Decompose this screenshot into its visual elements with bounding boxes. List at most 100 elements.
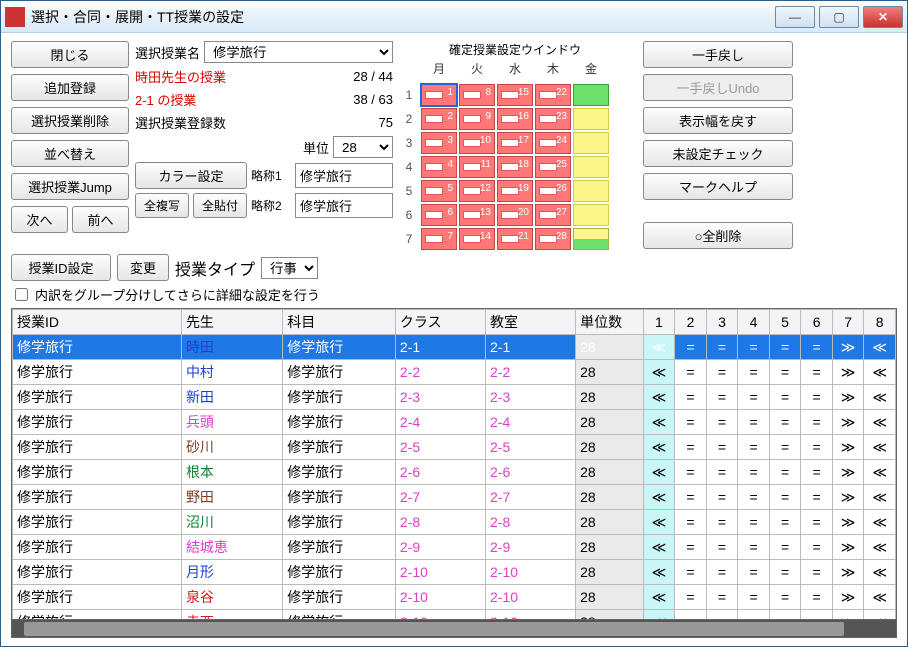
col-header[interactable]: 2 bbox=[675, 310, 707, 335]
table-row[interactable]: 修学旅行中村修学旅行2-22-228≪=====≫≪ bbox=[13, 360, 896, 385]
maximize-button[interactable]: ▢ bbox=[819, 6, 859, 28]
cell: 修学旅行 bbox=[283, 485, 396, 510]
undo-button[interactable]: 一手戻し bbox=[643, 41, 793, 68]
cell: ≪ bbox=[643, 485, 675, 510]
change-button[interactable]: 変更 bbox=[117, 254, 169, 281]
grid-cell[interactable] bbox=[573, 228, 609, 250]
col-header[interactable]: 5 bbox=[769, 310, 801, 335]
ryaku2-input[interactable]: 修学旅行 bbox=[295, 193, 393, 218]
grid-cell[interactable] bbox=[573, 180, 609, 202]
data-table[interactable]: 授業ID先生科目クラス教室単位数12345678 修学旅行時田修学旅行2-12-… bbox=[12, 309, 896, 619]
table-row[interactable]: 修学旅行野田修学旅行2-72-728≪=====≫≪ bbox=[13, 485, 896, 510]
grid-cell[interactable] bbox=[573, 108, 609, 130]
table-row[interactable]: 修学旅行新田修学旅行2-32-328≪=====≫≪ bbox=[13, 385, 896, 410]
col-header[interactable]: クラス bbox=[395, 310, 485, 335]
close-panel-button[interactable]: 閉じる bbox=[11, 41, 129, 68]
table-row[interactable]: 修学旅行砂川修学旅行2-52-528≪=====≫≪ bbox=[13, 435, 896, 460]
add-button[interactable]: 追加登録 bbox=[11, 74, 129, 101]
redo-button[interactable]: 一手戻しUndo bbox=[643, 74, 793, 101]
id-set-button[interactable]: 授業ID設定 bbox=[11, 254, 111, 281]
grid-cell[interactable]: 27 bbox=[535, 204, 571, 226]
grid-cell[interactable]: 22 bbox=[535, 84, 571, 106]
color-button[interactable]: カラー設定 bbox=[135, 162, 247, 189]
type-select[interactable]: 行事 bbox=[261, 257, 318, 279]
grid-cell[interactable]: 15 bbox=[497, 84, 533, 106]
col-header[interactable]: 3 bbox=[706, 310, 738, 335]
grid-cell[interactable]: 4 bbox=[421, 156, 457, 178]
grid-cell[interactable]: 21 bbox=[497, 228, 533, 250]
horizontal-scrollbar[interactable] bbox=[12, 619, 896, 637]
check-button[interactable]: 未設定チェック bbox=[643, 140, 793, 167]
grid-cell[interactable]: 6 bbox=[421, 204, 457, 226]
scrollbar-thumb[interactable] bbox=[24, 622, 844, 636]
delete-all-button[interactable]: ○全削除 bbox=[643, 222, 793, 249]
grid-cell[interactable]: 2 bbox=[421, 108, 457, 130]
copy-button[interactable]: 全複写 bbox=[135, 193, 189, 218]
grid-cell[interactable]: 16 bbox=[497, 108, 533, 130]
grid-cell[interactable]: 9 bbox=[459, 108, 495, 130]
grid-cell[interactable]: 13 bbox=[459, 204, 495, 226]
grid-row-num: 6 bbox=[399, 204, 419, 226]
table-row[interactable]: 修学旅行寺西修学旅行2-102-1028≪=====≫≪ bbox=[13, 610, 896, 620]
table-row[interactable]: 修学旅行根本修学旅行2-62-628≪=====≫≪ bbox=[13, 460, 896, 485]
grid-cell[interactable]: 20 bbox=[497, 204, 533, 226]
unit-label: 単位 bbox=[303, 138, 329, 157]
grid-cell[interactable]: 28 bbox=[535, 228, 571, 250]
col-header[interactable]: 7 bbox=[832, 310, 864, 335]
grid-cell[interactable]: 8 bbox=[459, 84, 495, 106]
group-checkbox[interactable] bbox=[15, 288, 28, 301]
col-header[interactable]: 先生 bbox=[181, 310, 282, 335]
col-header[interactable]: 1 bbox=[643, 310, 675, 335]
table-row[interactable]: 修学旅行結城恵修学旅行2-92-928≪=====≫≪ bbox=[13, 535, 896, 560]
grid-cell[interactable]: 26 bbox=[535, 180, 571, 202]
col-header[interactable]: 4 bbox=[738, 310, 770, 335]
grid-cell[interactable]: 24 bbox=[535, 132, 571, 154]
col-header[interactable]: 教室 bbox=[486, 310, 576, 335]
table-row[interactable]: 修学旅行泉谷修学旅行2-102-1028≪=====≫≪ bbox=[13, 585, 896, 610]
table-row[interactable]: 修学旅行兵頭修学旅行2-42-428≪=====≫≪ bbox=[13, 410, 896, 435]
grid-cell[interactable]: 18 bbox=[497, 156, 533, 178]
sort-button[interactable]: 並べ替え bbox=[11, 140, 129, 167]
grid-cell[interactable]: 23 bbox=[535, 108, 571, 130]
cell: = bbox=[706, 510, 738, 535]
grid-cell[interactable]: 11 bbox=[459, 156, 495, 178]
grid-cell[interactable]: 14 bbox=[459, 228, 495, 250]
reset-width-button[interactable]: 表示幅を戻す bbox=[643, 107, 793, 134]
col-header[interactable]: 科目 bbox=[283, 310, 396, 335]
next-button[interactable]: 次へ bbox=[11, 206, 68, 233]
cell: = bbox=[738, 335, 770, 360]
sel-name-select[interactable]: 修学旅行 bbox=[204, 41, 393, 63]
ryaku1-input[interactable]: 修学旅行 bbox=[295, 163, 393, 188]
minimize-button[interactable]: — bbox=[775, 6, 815, 28]
grid-cell[interactable] bbox=[573, 132, 609, 154]
mark-help-button[interactable]: マークヘルプ bbox=[643, 173, 793, 200]
paste-button[interactable]: 全貼付 bbox=[193, 193, 247, 218]
prev-button[interactable]: 前へ bbox=[72, 206, 129, 233]
grid-cell[interactable]: 1 bbox=[421, 84, 457, 106]
cell: 2-2 bbox=[486, 360, 576, 385]
col-header[interactable]: 授業ID bbox=[13, 310, 182, 335]
col-header[interactable]: 6 bbox=[801, 310, 833, 335]
jump-button[interactable]: 選択授業Jump bbox=[11, 173, 129, 200]
grid-cell[interactable] bbox=[573, 84, 609, 106]
grid-cell[interactable]: 7 bbox=[421, 228, 457, 250]
grid-cell[interactable]: 19 bbox=[497, 180, 533, 202]
grid-cell[interactable] bbox=[573, 204, 609, 226]
grid-cell[interactable] bbox=[573, 156, 609, 178]
grid-cell[interactable]: 25 bbox=[535, 156, 571, 178]
grid-cell[interactable]: 3 bbox=[421, 132, 457, 154]
table-row[interactable]: 修学旅行沼川修学旅行2-82-828≪=====≫≪ bbox=[13, 510, 896, 535]
cell: = bbox=[738, 585, 770, 610]
delete-button[interactable]: 選択授業削除 bbox=[11, 107, 129, 134]
grid-cell[interactable]: 12 bbox=[459, 180, 495, 202]
close-button[interactable]: ✕ bbox=[863, 6, 903, 28]
table-row[interactable]: 修学旅行月形修学旅行2-102-1028≪=====≫≪ bbox=[13, 560, 896, 585]
cell: 2-10 bbox=[395, 585, 485, 610]
unit-select[interactable]: 28 bbox=[333, 136, 393, 158]
col-header[interactable]: 8 bbox=[864, 310, 896, 335]
grid-cell[interactable]: 10 bbox=[459, 132, 495, 154]
grid-cell[interactable]: 17 bbox=[497, 132, 533, 154]
col-header[interactable]: 単位数 bbox=[576, 310, 644, 335]
grid-cell[interactable]: 5 bbox=[421, 180, 457, 202]
table-row[interactable]: 修学旅行時田修学旅行2-12-128≪=====≫≪ bbox=[13, 335, 896, 360]
